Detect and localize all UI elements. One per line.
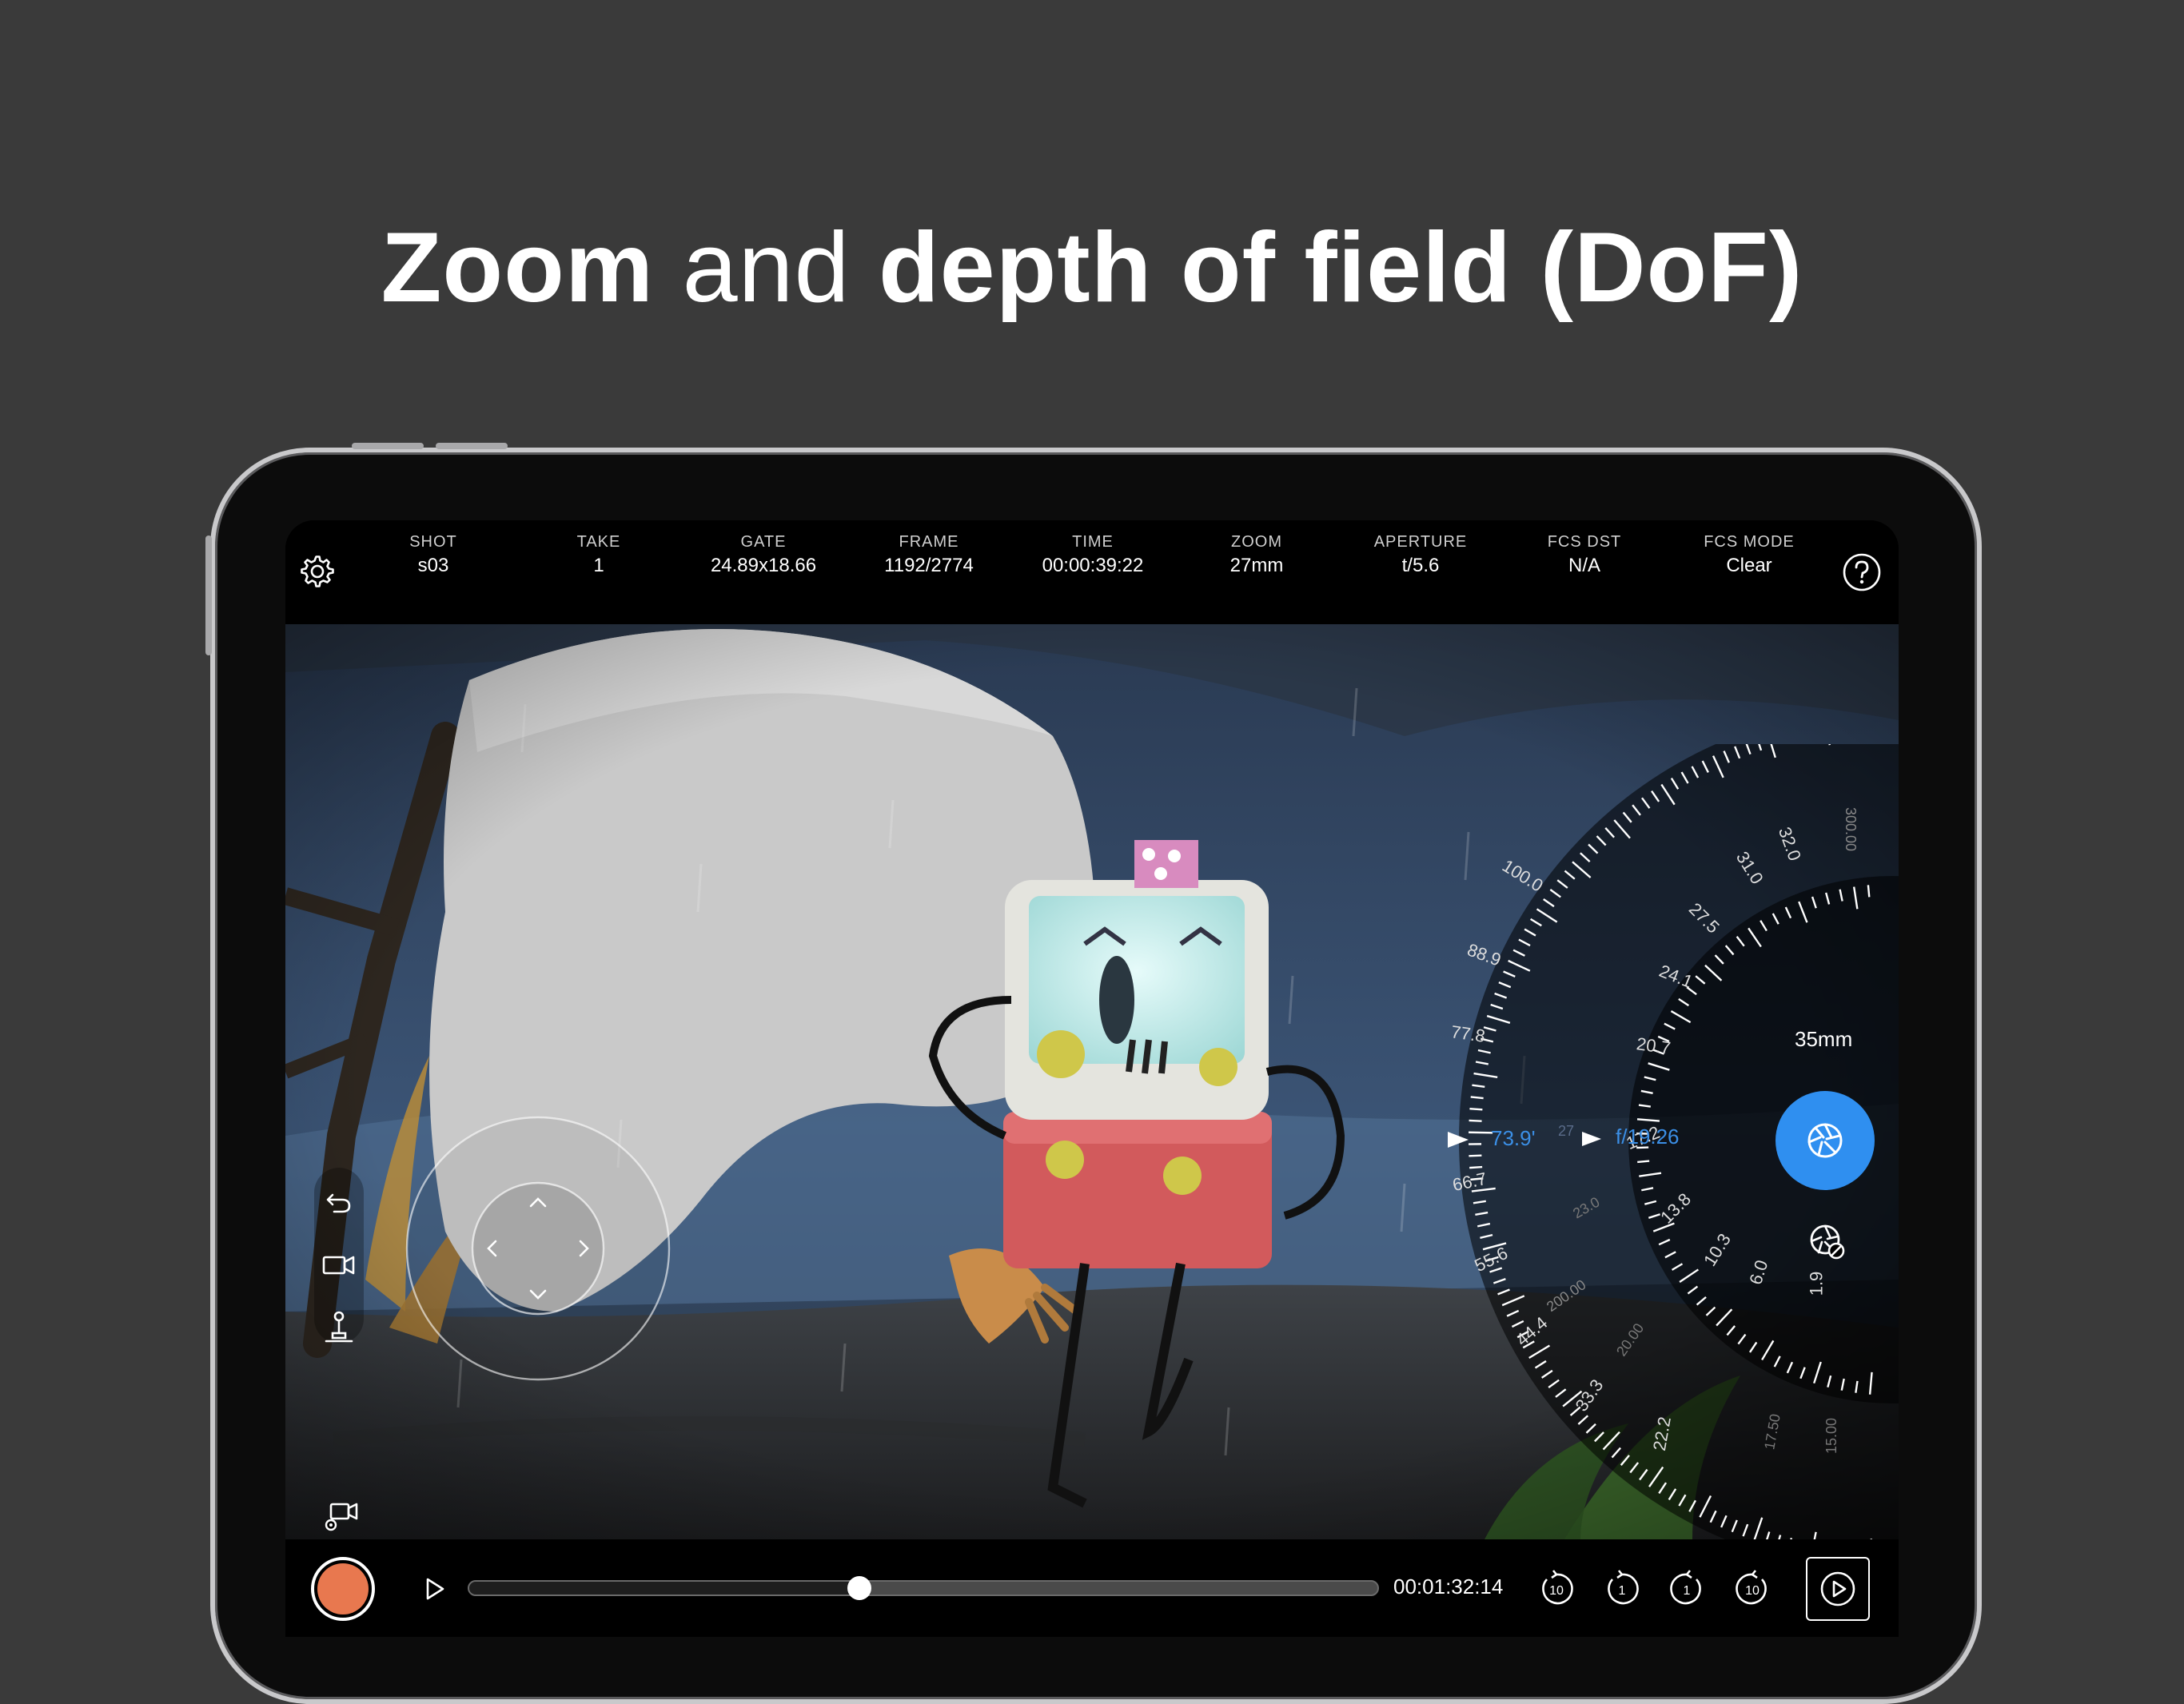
zoom-pointer [1448, 1132, 1469, 1148]
dial-tick [1868, 885, 1869, 897]
field-value: t/5.6 [1341, 555, 1501, 577]
forward-1-label: 1 [1684, 1584, 1691, 1598]
gear-icon[interactable] [295, 549, 340, 594]
app-screen: SHOT s03 TAKE 1 GATE 24.89x18.66 FRAME 1… [285, 520, 1899, 1637]
field-value: N/A [1504, 555, 1664, 577]
field-time: TIME 00:00:39:22 [1013, 533, 1173, 577]
timecode: 00:01:32:14 [1393, 1575, 1503, 1599]
forward-10-label: 10 [1745, 1584, 1760, 1598]
headline-dof: depth of field (DoF) [879, 213, 1803, 323]
rewind-10-label: 10 [1549, 1584, 1564, 1598]
play-icon[interactable] [416, 1571, 452, 1606]
field-value: 24.89x18.66 [683, 555, 843, 577]
field-value: 1192/2774 [849, 555, 1009, 577]
faded-tick-label: 15.00 [1823, 1418, 1840, 1454]
field-label: FCS MODE [1669, 533, 1829, 551]
field-take: TAKE 1 [519, 533, 679, 577]
field-value: 00:00:39:22 [1013, 555, 1173, 577]
aperture-readout: f/19.26 [1616, 1125, 1680, 1149]
faded-tick-label: 27 [1558, 1123, 1574, 1140]
field-label: FCS DST [1504, 533, 1664, 551]
field-value: 1 [519, 555, 679, 577]
timeline-scrubber[interactable] [847, 1576, 871, 1600]
field-value: Clear [1669, 555, 1829, 577]
field-gate: GATE 24.89x18.66 [683, 533, 843, 577]
camera-viewport[interactable]: 100.0 88.9 77.8 66.7 55.6 44.4 33.3 22.2… [285, 624, 1899, 1539]
field-aperture: APERTURE t/5.6 [1341, 533, 1501, 577]
transport-bar: 00:01:32:14 10 1 1 [285, 1539, 1899, 1637]
field-label: APERTURE [1341, 533, 1501, 551]
help-icon[interactable] [1840, 551, 1883, 594]
camera-settings-icon[interactable] [319, 1495, 362, 1539]
rewind-10-icon[interactable]: 10 [1534, 1567, 1579, 1611]
field-focus-mode: FCS MODE Clear [1669, 533, 1829, 577]
aperture-off-icon[interactable] [1803, 1217, 1851, 1265]
timeline-track[interactable] [468, 1580, 1379, 1596]
field-value: s03 [353, 555, 513, 577]
headline-zoom: Zoom [381, 213, 655, 323]
inner-tick-label: 1.9 [1806, 1272, 1827, 1296]
field-label: SHOT [353, 533, 513, 551]
focal-length-label: 35mm [1795, 1027, 1852, 1052]
field-value: 27mm [1177, 555, 1337, 577]
dial-tick [1469, 1167, 1482, 1168]
side-button-top-2 [436, 443, 508, 449]
field-label: GATE [683, 533, 843, 551]
field-label: FRAME [849, 533, 1009, 551]
field-label: TIME [1013, 533, 1173, 551]
forward-10-icon[interactable]: 10 [1730, 1567, 1775, 1611]
aperture-pointer [1582, 1132, 1601, 1146]
field-shot: SHOT s03 [353, 533, 513, 577]
headline: Zoom and depth of field (DoF) [0, 204, 2184, 332]
field-zoom: ZOOM 27mm [1177, 533, 1337, 577]
dpad-icon[interactable] [405, 1116, 671, 1381]
field-focus-distance: FCS DST N/A [1504, 533, 1664, 577]
side-button-top-1 [352, 443, 424, 449]
record-button[interactable] [311, 1557, 375, 1621]
top-info-bar: SHOT s03 TAKE 1 GATE 24.89x18.66 FRAME 1… [285, 520, 1899, 624]
camera-icon[interactable] [317, 1244, 361, 1287]
playback-mode-icon[interactable] [1806, 1557, 1870, 1621]
rewind-1-label: 1 [1619, 1584, 1626, 1598]
forward-1-icon[interactable]: 1 [1664, 1567, 1709, 1611]
dial-tick [1637, 1161, 1649, 1162]
zoom-readout: 73.9' [1491, 1126, 1536, 1151]
field-label: TAKE [519, 533, 679, 551]
field-frame: FRAME 1192/2774 [849, 533, 1009, 577]
undo-icon[interactable] [317, 1180, 361, 1223]
dial-tick [1471, 1097, 1484, 1098]
headline-and: and [654, 213, 879, 323]
field-label: ZOOM [1177, 533, 1337, 551]
timeline-played [469, 1582, 859, 1595]
dial-tick [1469, 1156, 1481, 1157]
side-button-left [205, 535, 212, 655]
joystick-icon[interactable] [317, 1305, 361, 1348]
aperture-icon[interactable] [1775, 1091, 1875, 1190]
outer-tick-label-faded: 300.00 [1842, 807, 1859, 851]
rewind-1-icon[interactable]: 1 [1600, 1567, 1644, 1611]
